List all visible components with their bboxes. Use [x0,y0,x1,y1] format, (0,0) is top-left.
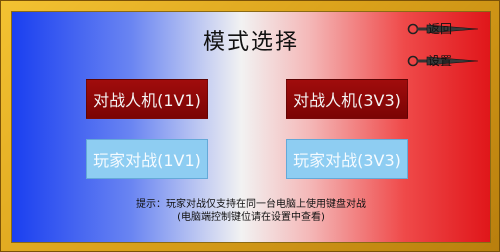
back-button[interactable]: 返回 [406,22,486,38]
settings-label: 设置 [428,54,453,68]
pve-1v1-button[interactable]: 对战人机(1V1) [86,79,208,119]
pvp-3v3-button[interactable]: 玩家对战(3V3) [286,139,408,179]
hint-text: 提示：玩家对战仅支持在同一台电脑上使用键盘对战 (电脑端控制键位请在设置中查看) [12,198,490,224]
hint-line-2: (电脑端控制键位请在设置中查看) [177,212,325,223]
pvp-1v1-button[interactable]: 玩家对战(1V1) [86,139,208,179]
game-frame: 模式选择 返回 设置 对战人机(1V1) 对战人机(3V3) 玩家对战(1V1)… [0,0,500,252]
back-label: 返回 [428,22,453,36]
settings-button[interactable]: 设置 [406,54,486,70]
pve-3v3-button[interactable]: 对战人机(3V3) [286,79,408,119]
hint-line-1: 提示：玩家对战仅支持在同一台电脑上使用键盘对战 [136,199,366,210]
mode-select-panel: 模式选择 返回 设置 对战人机(1V1) 对战人机(3V3) 玩家对战(1V1)… [11,11,491,243]
